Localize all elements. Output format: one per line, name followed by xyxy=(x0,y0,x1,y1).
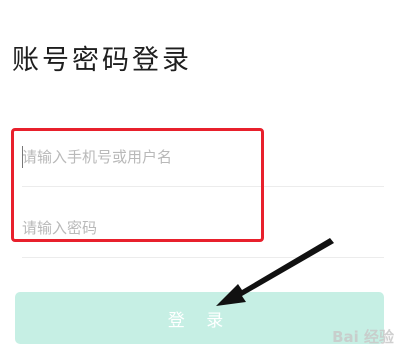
annotation-highlight-box xyxy=(11,128,264,242)
page-title: 账号密码登录 xyxy=(12,45,192,76)
login-button[interactable]: 登 录 xyxy=(15,292,384,344)
password-divider xyxy=(22,257,384,258)
watermark: Bai 经验 xyxy=(332,326,394,347)
watermark-text: Bai 经验 xyxy=(332,328,394,346)
